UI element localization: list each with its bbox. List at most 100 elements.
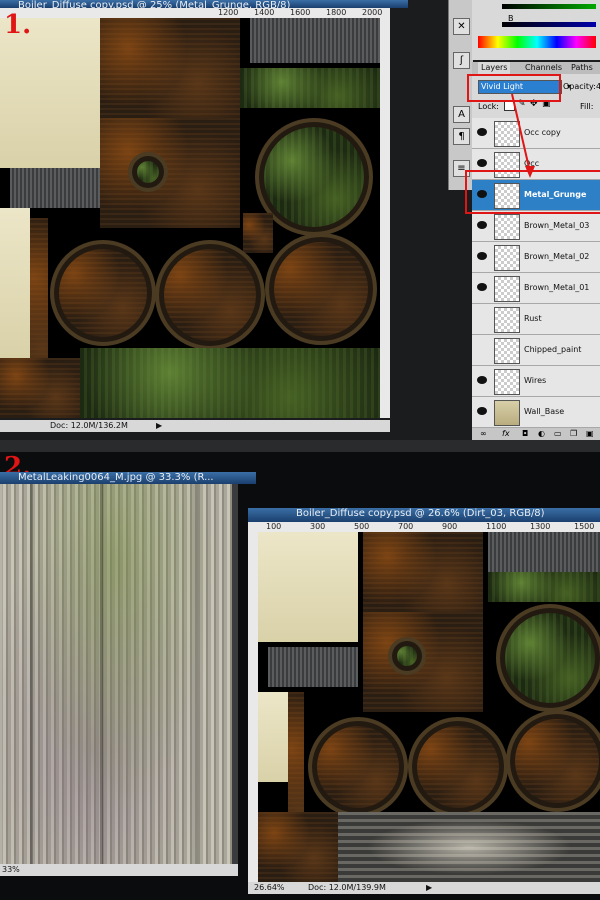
tab-layers[interactable]: Layers (478, 62, 511, 74)
status-bar: Doc: 12.0M/136.2M ▶ (0, 420, 390, 432)
eye-icon[interactable] (477, 159, 487, 167)
boiler-status-bar: 26.64% Doc: 12.0M/139.9M ▶ (248, 882, 600, 894)
ruler-tick: 900 (442, 522, 458, 531)
tab-channels[interactable]: Channels (522, 62, 565, 74)
ruler-tick: 1300 (530, 522, 551, 531)
cream-panel (0, 18, 100, 168)
tab-paths[interactable]: Paths (568, 62, 596, 74)
eye-icon[interactable] (477, 252, 487, 260)
color-slider-g[interactable] (502, 4, 596, 9)
eye-icon[interactable] (477, 283, 487, 291)
adjustment-icon[interactable]: ◐ (538, 428, 545, 440)
paragraph-icon[interactable]: ¶ (453, 128, 470, 145)
grunge-disc-small (128, 152, 168, 192)
new-layer-icon[interactable]: ❐ (570, 428, 577, 440)
doc-size-info: Doc: 12.0M/136.2M (50, 421, 128, 430)
folder-icon[interactable]: ▭ (554, 428, 562, 440)
layer-row[interactable]: Wall_Base (472, 397, 600, 428)
boiler-window-title-bar[interactable]: Boiler_Diffuse copy.psd @ 26.6% (Dirt_03… (248, 508, 600, 522)
texture-canvas[interactable] (0, 18, 380, 418)
mask-icon[interactable]: ◘ (522, 428, 528, 440)
brown-metal-panel (100, 118, 240, 228)
rust-panel (258, 812, 338, 882)
grunge-strip (240, 68, 380, 108)
rust-bolt (243, 213, 273, 253)
layer-name: Brown_Metal_03 (524, 221, 590, 230)
panel-1: Boiler_Diffuse copy.psd @ 25% (Metal_Gru… (0, 0, 600, 440)
metal-bar (10, 168, 100, 208)
layer-row[interactable]: Brown_Metal_02 (472, 242, 600, 273)
panel-2: 2. MetalLeaking0064_M.jpg @ 33.3% (R... … (0, 452, 600, 900)
status-menu-arrow-icon[interactable]: ▶ (156, 420, 162, 432)
texture-window-scrollbar[interactable] (232, 484, 238, 864)
ruler-tick: 700 (398, 522, 414, 531)
layer-row[interactable]: Brown_Metal_01 (472, 273, 600, 304)
link-icon[interactable]: ∞ (480, 428, 487, 440)
fx-icon[interactable]: fx (502, 428, 510, 440)
ruler-tick: 1800 (326, 8, 347, 17)
ruler-tick: 300 (310, 522, 326, 531)
layer-name: Brown_Metal_01 (524, 283, 590, 292)
layer-name: Rust (524, 314, 542, 323)
brush-icon[interactable]: ʃ (453, 52, 470, 69)
layers-footer: ∞ fx ◘ ◐ ▭ ❐ ▣ (472, 428, 600, 440)
eye-icon[interactable] (477, 221, 487, 229)
texture-window-canvas[interactable] (0, 484, 232, 864)
rust-block (363, 532, 483, 612)
opacity-field[interactable]: 4 (596, 82, 600, 91)
gear-left (308, 717, 408, 817)
type-icon[interactable]: A (453, 106, 470, 123)
layer-thumbnail (494, 369, 520, 395)
gear-middle (155, 240, 265, 350)
cream-panel (258, 532, 358, 642)
texture-window-title-bar[interactable]: MetalLeaking0064_M.jpg @ 33.3% (R... (0, 472, 256, 484)
color-slider-b[interactable] (502, 22, 596, 27)
texture-window-status: 33% (0, 864, 238, 876)
panel-tabs: Layers Channels Paths (472, 62, 600, 74)
layer-thumbnail (494, 307, 520, 333)
grunge-disc-small (388, 637, 426, 675)
layer-row[interactable]: Wires (472, 366, 600, 397)
layer-thumbnail (494, 276, 520, 302)
vertical-ruler (380, 18, 390, 418)
ruler-tick: 1100 (486, 522, 507, 531)
metal-bar (268, 647, 358, 687)
layer-row[interactable]: Chipped_paint (472, 335, 600, 366)
rust-panel (0, 358, 80, 418)
ruler-tick: 1500 (574, 522, 595, 531)
texture-window-title: MetalLeaking0064_M.jpg @ 33.3% (R... (18, 472, 214, 483)
status-menu-arrow-icon[interactable]: ▶ (426, 882, 432, 894)
pen-icon[interactable]: ✕ (453, 18, 470, 35)
boiler-zoom-level[interactable]: 26.64% (254, 882, 285, 894)
ruler-tick: 1600 (290, 8, 311, 17)
cream-strip (258, 692, 288, 782)
layer-name: Wires (524, 376, 547, 385)
ruler-tick: 2000 (362, 8, 383, 17)
panel-divider (0, 440, 600, 452)
horizontal-ruler: 1200 1400 1600 1800 2000 (0, 8, 390, 18)
eye-icon[interactable] (477, 407, 487, 415)
steel-plate (488, 532, 600, 572)
boiler-canvas[interactable] (258, 532, 600, 882)
document-title-bar[interactable]: Boiler_Diffuse copy.psd @ 25% (Metal_Gru… (0, 0, 408, 8)
gear-right (506, 710, 600, 812)
steel-plate (250, 18, 380, 63)
layer-name: Wall_Base (524, 407, 565, 416)
eye-icon[interactable] (477, 376, 487, 384)
opacity-label: Opacity: (563, 82, 596, 91)
ruler-tick: 500 (354, 522, 370, 531)
layer-row[interactable]: Brown_Metal_03 (472, 211, 600, 242)
lock-label: Lock: (478, 102, 499, 111)
trash-icon[interactable]: ▣ (586, 428, 594, 440)
eye-icon[interactable] (477, 128, 487, 136)
boiler-horizontal-ruler: 100 300 500 700 900 1100 1300 1500 (248, 522, 600, 532)
ruler-tick: 1200 (218, 8, 239, 17)
gear-right (265, 233, 377, 345)
layer-row[interactable]: Rust (472, 304, 600, 335)
layer-name: Brown_Metal_02 (524, 252, 590, 261)
gear-left (50, 240, 156, 346)
zoom-level[interactable]: 33% (2, 864, 20, 876)
color-panel: B (472, 0, 600, 60)
fill-label: Fill: (580, 102, 594, 111)
spectrum-bar[interactable] (478, 36, 596, 48)
